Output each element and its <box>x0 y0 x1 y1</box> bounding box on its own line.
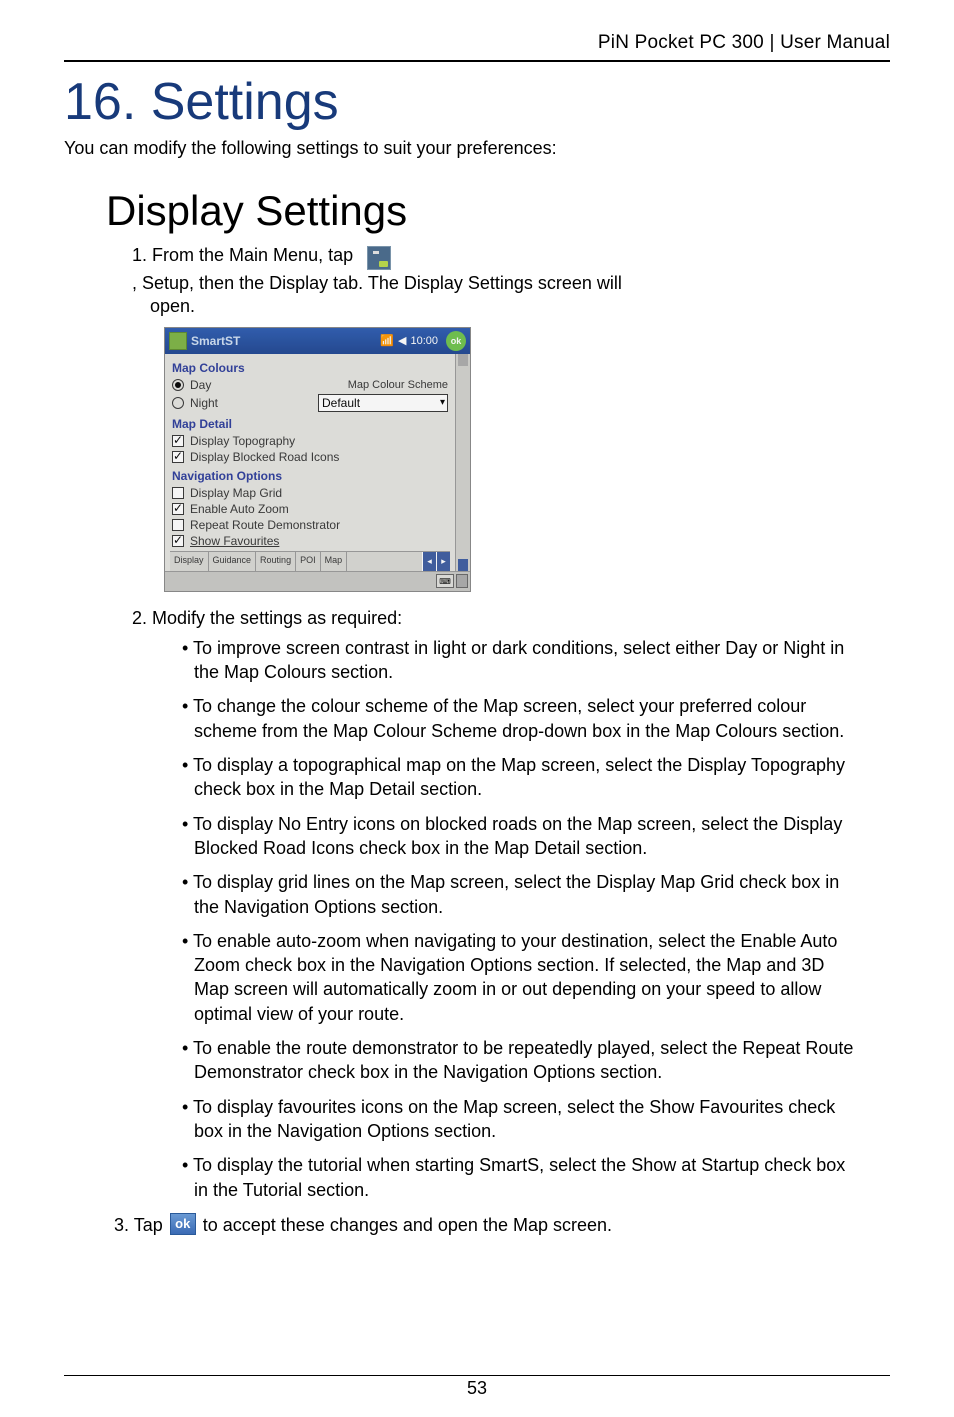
showfav-label: Show Favourites <box>190 534 279 548</box>
step-1: 1. From the Main Menu, tap , Setup, then… <box>132 243 858 296</box>
nav-options-heading: Navigation Options <box>170 465 450 485</box>
signal-icon: 📶 <box>380 334 394 347</box>
settings-content: Map Colours Day Map Colour Scheme Night … <box>165 354 455 571</box>
map-colours-heading: Map Colours <box>170 357 450 377</box>
grid-check[interactable] <box>172 487 184 499</box>
bullet-item: • To display favourites icons on the Map… <box>164 1095 858 1144</box>
night-row: Night Default <box>170 393 450 413</box>
tab-poi[interactable]: POI <box>296 552 321 571</box>
repeat-label: Repeat Route Demonstrator <box>190 518 340 532</box>
bullet-item: • To change the colour scheme of the Map… <box>164 694 858 743</box>
bullet-list: • To improve screen contrast in light or… <box>164 636 858 1202</box>
bullet-item: • To display No Entry icons on blocked r… <box>164 812 858 861</box>
section-title: Display Settings <box>106 187 890 235</box>
step-1-mid: , Setup, then the Display tab. The Displ… <box>132 271 622 295</box>
product-name: PiN Pocket PC 300 <box>598 32 764 53</box>
page-header: PiN Pocket PC 300 | User Manual <box>64 32 890 58</box>
step-1-prefix: 1. From the Main Menu, tap <box>132 243 353 267</box>
step-3-prefix: 3. Tap <box>114 1215 163 1235</box>
step-3-suffix: to accept these changes and open the Map… <box>198 1215 612 1235</box>
showfav-check[interactable] <box>172 535 184 547</box>
keyboard-icon[interactable]: ⌨ <box>436 574 454 588</box>
blocked-icons-label: Display Blocked Road Icons <box>190 450 339 464</box>
tab-guidance[interactable]: Guidance <box>209 552 257 571</box>
day-radio[interactable] <box>172 379 184 391</box>
tab-arrow-left[interactable]: ◂ <box>422 552 436 571</box>
topography-check[interactable] <box>172 435 184 447</box>
bullet-item: • To enable auto-zoom when navigating to… <box>164 929 858 1026</box>
blocked-icons-row: Display Blocked Road Icons <box>170 449 450 465</box>
status-area: 📶 ◀ 10:00 ok <box>380 331 466 351</box>
scheme-combo[interactable]: Default <box>318 394 448 412</box>
bullet-item: • To display grid lines on the Map scree… <box>164 870 858 919</box>
window-body: Map Colours Day Map Colour Scheme Night … <box>165 354 470 571</box>
scheme-field-label: Map Colour Scheme <box>348 379 448 391</box>
step-2: 2. Modify the settings as required: <box>132 606 858 630</box>
step-1-cont: open. <box>150 296 890 317</box>
grid-label: Display Map Grid <box>190 486 282 500</box>
ok-button[interactable]: ok <box>446 331 466 351</box>
doc-type: User Manual <box>780 32 890 53</box>
tab-display[interactable]: Display <box>170 552 209 571</box>
scheme-value: Default <box>322 396 360 410</box>
map-detail-heading: Map Detail <box>170 413 450 433</box>
header-rule <box>64 60 890 62</box>
day-row: Day Map Colour Scheme <box>170 377 450 393</box>
bullet-item: • To improve screen contrast in light or… <box>164 636 858 685</box>
page-number: 53 <box>64 1378 890 1399</box>
clock: 10:00 <box>410 335 438 347</box>
speaker-icon: ◀ <box>398 334 406 347</box>
tab-map[interactable]: Map <box>321 552 348 571</box>
topography-row: Display Topography <box>170 433 450 449</box>
tab-arrows: ◂ ▸ <box>422 552 450 571</box>
showfav-row: Show Favourites <box>170 533 450 551</box>
device-screenshot: SmartST 📶 ◀ 10:00 ok Map Colours Day Map… <box>164 327 471 592</box>
ok-icon: ok <box>170 1213 196 1235</box>
intro-text: You can modify the following settings to… <box>64 138 890 159</box>
setup-icon <box>367 246 391 270</box>
header-text: PiN Pocket PC 300 | User Manual <box>598 32 890 54</box>
repeat-check[interactable] <box>172 519 184 531</box>
footer-rule <box>64 1375 890 1376</box>
grid-row: Display Map Grid <box>170 485 450 501</box>
bullet-item: • To enable the route demonstrator to be… <box>164 1036 858 1085</box>
footer: 53 <box>64 1375 890 1399</box>
header-separator: | <box>769 32 780 53</box>
autozoom-label: Enable Auto Zoom <box>190 502 289 516</box>
chapter-title: 16. Settings <box>64 72 890 132</box>
night-radio[interactable] <box>172 397 184 409</box>
window-titlebar: SmartST 📶 ◀ 10:00 ok <box>165 328 470 354</box>
sip-bar: ⌨ <box>165 571 470 591</box>
repeat-row: Repeat Route Demonstrator <box>170 517 450 533</box>
tab-row: Display Guidance Routing POI Map ◂ ▸ <box>170 551 450 571</box>
step-3: 3. Tap ok to accept these changes and op… <box>114 1212 858 1239</box>
blocked-icons-check[interactable] <box>172 451 184 463</box>
tab-routing[interactable]: Routing <box>256 552 296 571</box>
topography-label: Display Topography <box>190 434 295 448</box>
app-icon <box>169 332 187 350</box>
night-label: Night <box>190 396 218 410</box>
bullet-item: • To display a topographical map on the … <box>164 753 858 802</box>
tab-arrow-right[interactable]: ▸ <box>436 552 450 571</box>
autozoom-check[interactable] <box>172 503 184 515</box>
day-label: Day <box>190 378 211 392</box>
app-title: SmartST <box>191 334 380 348</box>
sip-up-icon[interactable] <box>456 574 468 588</box>
bullet-item: • To display the tutorial when starting … <box>164 1153 858 1202</box>
autozoom-row: Enable Auto Zoom <box>170 501 450 517</box>
scrollbar[interactable] <box>455 354 470 571</box>
page: PiN Pocket PC 300 | User Manual 16. Sett… <box>0 0 954 1417</box>
